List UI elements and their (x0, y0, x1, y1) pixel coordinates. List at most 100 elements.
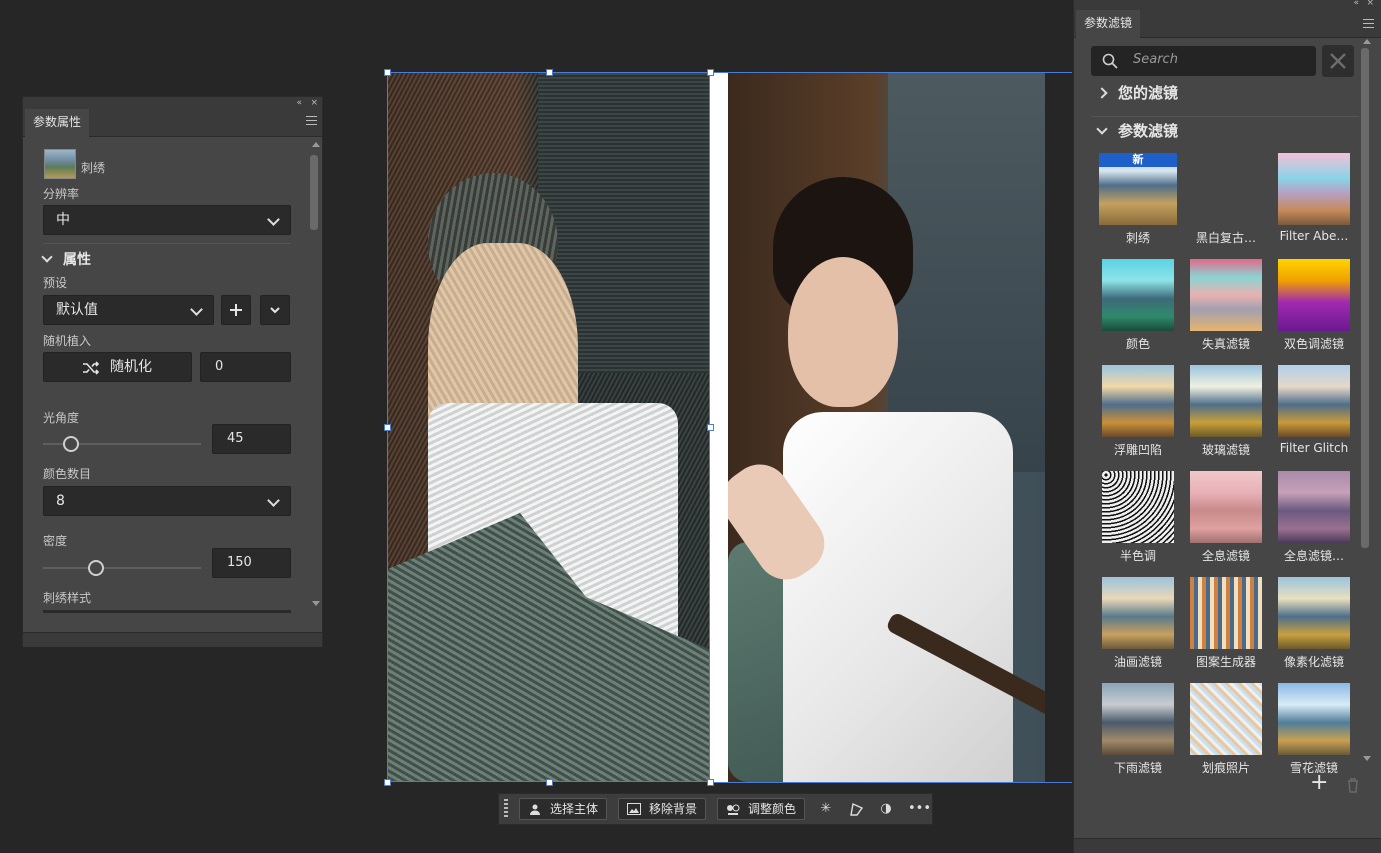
filter-label[interactable]: 浮雕凹陷 (1094, 441, 1182, 458)
attributes-header: 属性 (63, 252, 91, 268)
density-input[interactable]: 150 (212, 548, 291, 578)
pattern-thumbnail[interactable] (1190, 577, 1262, 649)
filter-label[interactable]: 刺绣 (1094, 229, 1182, 246)
collapse-icon[interactable]: « (1353, 0, 1359, 8)
param-filters-header: 参数滤镜 (1118, 122, 1179, 140)
filter-aberration-thumbnail[interactable] (1278, 153, 1350, 225)
color-thumbnail[interactable] (1102, 259, 1174, 331)
add-filter-button[interactable]: + (1310, 770, 1328, 795)
filter-label[interactable]: 下雨滤镜 (1094, 759, 1182, 776)
scroll-down-icon[interactable] (1363, 756, 1371, 761)
filter-label[interactable]: Filter Glitch (1270, 441, 1358, 455)
filter-label[interactable]: 油画滤镜 (1094, 653, 1182, 670)
random-seed-label: 随机植入 (43, 334, 92, 348)
filter-label[interactable]: 颜色 (1094, 335, 1182, 352)
filter-label[interactable]: 全息滤镜 (1182, 547, 1270, 564)
select-subject-button[interactable]: 选择主体 (519, 798, 608, 820)
param-filters-section[interactable]: 参数滤镜 (1096, 120, 1179, 141)
select-subject-label: 选择主体 (550, 802, 599, 816)
halftone-thumbnail[interactable] (1102, 471, 1174, 543)
scrollbar-thumb[interactable] (310, 155, 318, 230)
selection-edge-bottom (710, 782, 1072, 783)
transform-handle-tl[interactable] (384, 69, 391, 76)
scroll-down-icon[interactable] (312, 601, 320, 606)
filter-label[interactable]: 玻璃滤镜 (1182, 441, 1270, 458)
randomize-label: 随机化 (110, 359, 152, 375)
transform-handle-tr[interactable] (707, 69, 714, 76)
snow-thumbnail[interactable] (1278, 683, 1350, 755)
magic-wand-icon[interactable]: ✳ (818, 801, 834, 817)
tab-neural-filters[interactable]: 参数滤镜 (1076, 10, 1141, 38)
panel-menu-icon[interactable] (306, 116, 317, 128)
original-photo[interactable] (728, 72, 1045, 782)
more-options-icon[interactable]: ••• (908, 801, 931, 817)
preset-dropdown[interactable]: 默认值 (43, 295, 214, 325)
remove-background-button[interactable]: 移除背景 (618, 798, 707, 820)
emboss-thumbnail[interactable] (1102, 365, 1174, 437)
seed-input[interactable]: 0 (200, 352, 291, 382)
scratch-thumbnail[interactable] (1190, 683, 1262, 755)
filter-label[interactable]: 图案生成器 (1182, 653, 1270, 670)
transform-handle-tc[interactable] (546, 69, 553, 76)
scroll-up-icon[interactable] (1363, 39, 1371, 44)
color-count-dropdown[interactable]: 8 (43, 486, 291, 516)
add-preset-button[interactable] (221, 295, 251, 325)
glass-thumbnail[interactable] (1190, 365, 1262, 437)
transform-handle-mr[interactable] (707, 424, 714, 431)
color-count-value: 8 (56, 493, 65, 509)
panel-menu-icon[interactable] (1363, 19, 1374, 28)
stitch-style-dropdown-edge[interactable] (43, 610, 291, 613)
filter-thumbnail-icon (44, 149, 76, 179)
rain-thumbnail[interactable] (1102, 683, 1174, 755)
remove-background-label: 移除背景 (649, 802, 698, 816)
randomize-button[interactable]: 随机化 (43, 352, 192, 382)
tab-properties[interactable]: 参数属性 (25, 109, 90, 137)
adjustment-icon[interactable]: ◑ (878, 801, 894, 817)
collapse-icon[interactable]: « (296, 97, 302, 109)
stitch-style-label: 刺绣样式 (43, 591, 92, 605)
chevron-down-icon (267, 213, 280, 226)
filter-label[interactable]: 像素化滤镜 (1270, 653, 1358, 670)
transform-handle-br[interactable] (707, 779, 714, 786)
clear-search-button[interactable] (1322, 45, 1354, 77)
filter-label[interactable]: 黑白复古… (1182, 229, 1270, 246)
resolution-dropdown[interactable]: 中 (43, 205, 291, 235)
distort-thumbnail[interactable] (1190, 259, 1262, 331)
drag-handle-icon[interactable] (504, 799, 508, 819)
filter-label[interactable]: 半色调 (1094, 547, 1182, 564)
transform-handle-bl[interactable] (384, 779, 391, 786)
filter-label[interactable]: 全息滤镜… (1270, 547, 1358, 564)
transform-icon[interactable] (848, 801, 864, 817)
transform-handle-ml[interactable] (384, 424, 391, 431)
search-box[interactable]: Search (1091, 46, 1316, 76)
hologram2-thumbnail[interactable] (1278, 471, 1350, 543)
preset-menu-button[interactable] (260, 295, 290, 325)
hologram-thumbnail[interactable] (1190, 471, 1262, 543)
filter-label[interactable]: 划痕照片 (1182, 759, 1270, 776)
trash-icon[interactable] (1345, 777, 1361, 793)
transform-handle-bc[interactable] (546, 779, 553, 786)
duotone-thumbnail[interactable] (1278, 259, 1350, 331)
your-filters-section[interactable]: 您的滤镜 (1096, 82, 1178, 103)
light-angle-input[interactable]: 45 (212, 424, 291, 454)
close-icon[interactable]: × (310, 97, 318, 109)
adjust-color-button[interactable]: 调整颜色 (717, 798, 806, 820)
scroll-up-icon[interactable] (312, 142, 320, 147)
pixelate-thumbnail[interactable] (1278, 577, 1350, 649)
filter-label[interactable]: Filter Abe… (1270, 229, 1358, 243)
density-slider-track[interactable] (43, 567, 201, 569)
search-input[interactable]: Search (1133, 52, 1178, 67)
filtered-canvas-image[interactable] (387, 72, 710, 782)
oil-paint-thumbnail[interactable] (1102, 577, 1174, 649)
glitch-thumbnail[interactable] (1278, 365, 1350, 437)
light-angle-slider-knob[interactable] (62, 436, 79, 452)
filter-label[interactable]: 失真滤镜 (1182, 335, 1270, 352)
attributes-section[interactable]: 属性 (41, 249, 91, 269)
resolution-label: 分辨率 (43, 187, 80, 201)
scrollbar-thumb[interactable] (1361, 48, 1369, 548)
close-icon[interactable]: × (1366, 0, 1374, 8)
embroidery-thumbnail[interactable]: 新 (1099, 153, 1177, 225)
density-slider-knob[interactable] (88, 560, 105, 576)
filter-label[interactable]: 双色调滤镜 (1270, 335, 1358, 352)
retro-bw-thumbnail[interactable] (1190, 153, 1262, 225)
